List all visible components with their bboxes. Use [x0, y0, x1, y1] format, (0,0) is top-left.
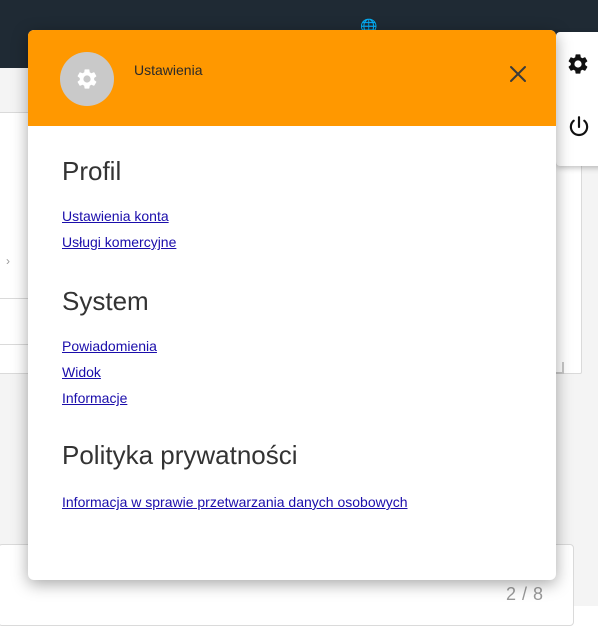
close-button[interactable]: [502, 58, 534, 90]
background-fragment: ›: [6, 254, 10, 268]
dialog-title: Ustawienia: [134, 62, 203, 78]
section-heading-system: System: [62, 286, 149, 316]
link-commercial-services[interactable]: Usługi komercyjne: [62, 234, 176, 250]
link-notifications[interactable]: Powiadomienia: [62, 338, 157, 354]
gear-icon: [77, 69, 97, 89]
close-icon[interactable]: [509, 65, 527, 83]
side-panel: [556, 32, 598, 166]
dialog-header: Ustawienia: [28, 30, 556, 126]
settings-dialog: Ustawienia Profil Ustawienia konta Usług…: [28, 30, 556, 580]
page-counter: 2 / 8: [506, 584, 544, 604]
link-account-settings[interactable]: Ustawienia konta: [62, 208, 169, 224]
section-heading-profil: Profil: [62, 156, 122, 186]
section-heading-privacy: Polityka prywatności: [62, 440, 298, 470]
link-information[interactable]: Informacje: [62, 390, 127, 406]
gear-icon[interactable]: [566, 52, 590, 76]
link-personal-data-info[interactable]: Informacja w sprawie przetwarzania danyc…: [62, 494, 408, 510]
link-view[interactable]: Widok: [62, 364, 101, 380]
power-icon[interactable]: [566, 114, 592, 140]
avatar: [60, 52, 114, 106]
